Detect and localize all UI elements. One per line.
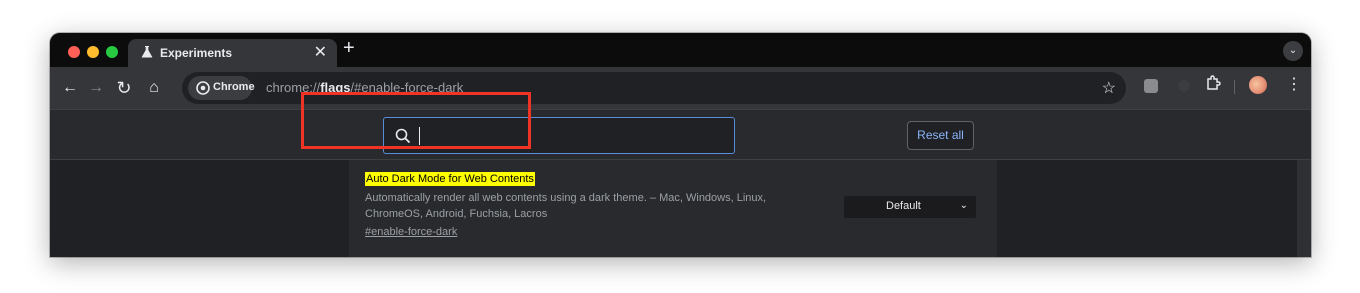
- chrome-menu-icon[interactable]: ⋮: [1286, 74, 1302, 94]
- flag-description: Automatically render all web contents us…: [365, 192, 767, 220]
- home-button[interactable]: ⌂: [142, 76, 166, 100]
- site-info-chip[interactable]: Chrome: [188, 76, 255, 100]
- back-button[interactable]: ←: [58, 76, 82, 100]
- flag-entry: Auto Dark Mode for Web Contents Automati…: [349, 160, 997, 257]
- close-window-button[interactable]: [68, 46, 80, 58]
- tab-strip: Experiments ✕ + ⌄: [50, 33, 1311, 67]
- browser-window: Experiments ✕ + ⌄ ← → ↻ ⌂ Chrome chrome:…: [50, 33, 1311, 257]
- annotation-highlight-box: [301, 92, 531, 149]
- profile-avatar[interactable]: [1249, 76, 1267, 94]
- chevron-down-icon: ⌄: [959, 200, 968, 211]
- bookmark-star-icon[interactable]: ☆: [1102, 78, 1116, 98]
- extension-icon-secondary[interactable]: [1178, 80, 1190, 92]
- toolbar: ← → ↻ ⌂ Chrome chrome://flags/#enable-fo…: [50, 67, 1311, 109]
- tab-experiments[interactable]: Experiments ✕: [128, 39, 337, 67]
- minimize-window-button[interactable]: [87, 46, 99, 58]
- toolbar-divider: [1234, 80, 1235, 94]
- flags-header: Reset all: [50, 109, 1311, 160]
- tab-search-button[interactable]: ⌄: [1283, 41, 1303, 61]
- tab-title: Experiments: [160, 46, 233, 60]
- new-tab-button[interactable]: +: [343, 37, 355, 60]
- extensions-puzzle-icon[interactable]: [1205, 74, 1221, 92]
- dropdown-value: Default: [886, 200, 921, 212]
- flag-title: Auto Dark Mode for Web Contents: [365, 172, 535, 186]
- flag-state-dropdown[interactable]: Default ⌄: [844, 196, 976, 218]
- reset-all-button[interactable]: Reset all: [907, 121, 974, 150]
- forward-button[interactable]: →: [84, 76, 108, 100]
- tab-close-icon[interactable]: ✕: [314, 42, 327, 62]
- scrollbar-track[interactable]: [1297, 160, 1311, 257]
- chrome-logo-icon: [196, 81, 210, 95]
- fullscreen-window-button[interactable]: [106, 46, 118, 58]
- reload-button[interactable]: ↻: [112, 76, 136, 100]
- extension-icon[interactable]: [1144, 79, 1158, 93]
- site-chip-label: Chrome: [213, 81, 255, 93]
- flask-icon: [141, 46, 153, 58]
- flag-permalink[interactable]: #enable-force-dark: [365, 226, 457, 238]
